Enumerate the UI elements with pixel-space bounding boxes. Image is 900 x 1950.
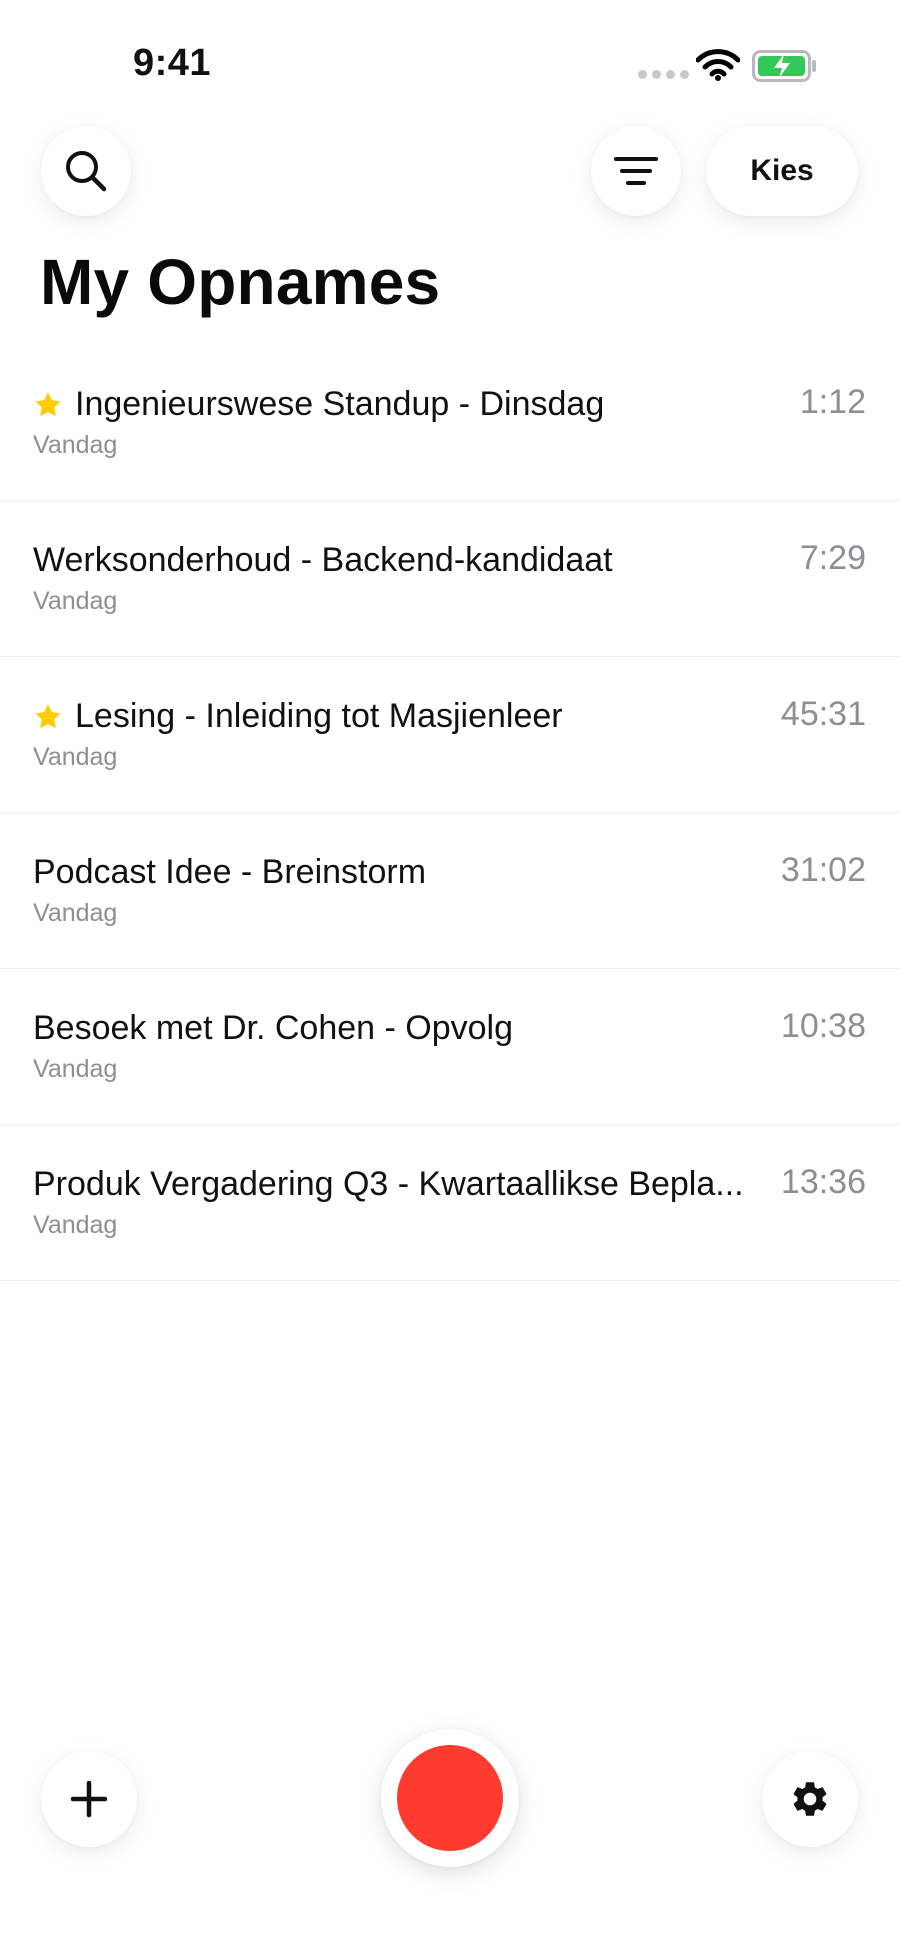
wifi-icon <box>696 49 740 81</box>
add-button[interactable] <box>41 1751 137 1847</box>
recording-title-line: Werksonderhoud - Backend-kandidaat <box>33 541 753 580</box>
recording-duration: 45:31 <box>780 695 866 733</box>
recording-title: Podcast Idee - Breinstorm <box>33 853 427 891</box>
recording-duration: 1:12 <box>799 383 866 421</box>
recording-duration: 13:36 <box>780 1163 866 1201</box>
filter-button[interactable] <box>591 126 681 216</box>
star-icon <box>35 391 61 416</box>
recording-date: Vandag <box>33 743 118 771</box>
record-button[interactable] <box>381 1729 519 1867</box>
recording-row[interactable]: Podcast Idee - Breinstorm Vandag 31:02 <box>0 813 900 969</box>
recording-title-line: Lesing - Inleiding tot Masjienleer <box>33 697 753 736</box>
recording-title: Besoek met Dr. Cohen - Opvolg <box>33 1009 514 1047</box>
recording-date: Vandag <box>33 587 118 615</box>
page-title: My Opnames <box>40 246 441 318</box>
settings-button[interactable] <box>762 1751 858 1847</box>
cellular-signal-icon <box>638 70 689 79</box>
recording-duration: 7:29 <box>799 539 866 577</box>
search-icon <box>66 151 107 192</box>
filter-icon <box>614 157 658 185</box>
recordings-list: Ingenieurswese Standup - Dinsdag Vandag 1:… <box>0 345 900 1281</box>
recording-title: Produk Vergadering Q3 - Kwartaallikse Be… <box>33 1165 744 1203</box>
recording-title: Lesing - Inleiding tot Masjienleer <box>75 697 563 735</box>
recording-row[interactable]: Ingenieurswese Standup - Dinsdag Vandag 1:… <box>0 345 900 501</box>
recording-duration: 31:02 <box>780 851 866 889</box>
status-time: 9:41 <box>133 42 212 84</box>
select-button[interactable]: Kies <box>706 126 858 216</box>
recording-date: Vandag <box>33 431 118 459</box>
recording-title-line: Podcast Idee - Breinstorm <box>33 853 753 892</box>
recording-date: Vandag <box>33 899 118 927</box>
star-icon <box>35 703 61 728</box>
plus-icon <box>70 1780 108 1818</box>
recording-date: Vandag <box>33 1211 118 1239</box>
recording-title-line: Besoek met Dr. Cohen - Opvolg <box>33 1009 753 1048</box>
status-bar: 9:41 <box>0 0 900 120</box>
recording-row[interactable]: Produk Vergadering Q3 - Kwartaallikse Be… <box>0 1125 900 1281</box>
recording-duration: 10:38 <box>780 1007 866 1045</box>
recording-row[interactable]: Werksonderhoud - Backend-kandidaat Vandag… <box>0 501 900 657</box>
recording-row[interactable]: Lesing - Inleiding tot Masjienleer Vandag… <box>0 657 900 813</box>
search-button[interactable] <box>41 126 131 216</box>
record-icon <box>397 1745 503 1851</box>
gear-icon <box>793 1782 827 1816</box>
recording-title-line: Produk Vergadering Q3 - Kwartaallikse Be… <box>33 1165 753 1204</box>
recording-title: Werksonderhoud - Backend-kandidaat <box>33 541 613 579</box>
recording-title: Ingenieurswese Standup - Dinsdag <box>75 385 605 423</box>
recording-title-line: Ingenieurswese Standup - Dinsdag <box>33 385 753 424</box>
recording-date: Vandag <box>33 1055 118 1083</box>
recording-row[interactable]: Besoek met Dr. Cohen - Opvolg Vandag 10:38 <box>0 969 900 1125</box>
battery-charging-icon <box>752 50 816 82</box>
